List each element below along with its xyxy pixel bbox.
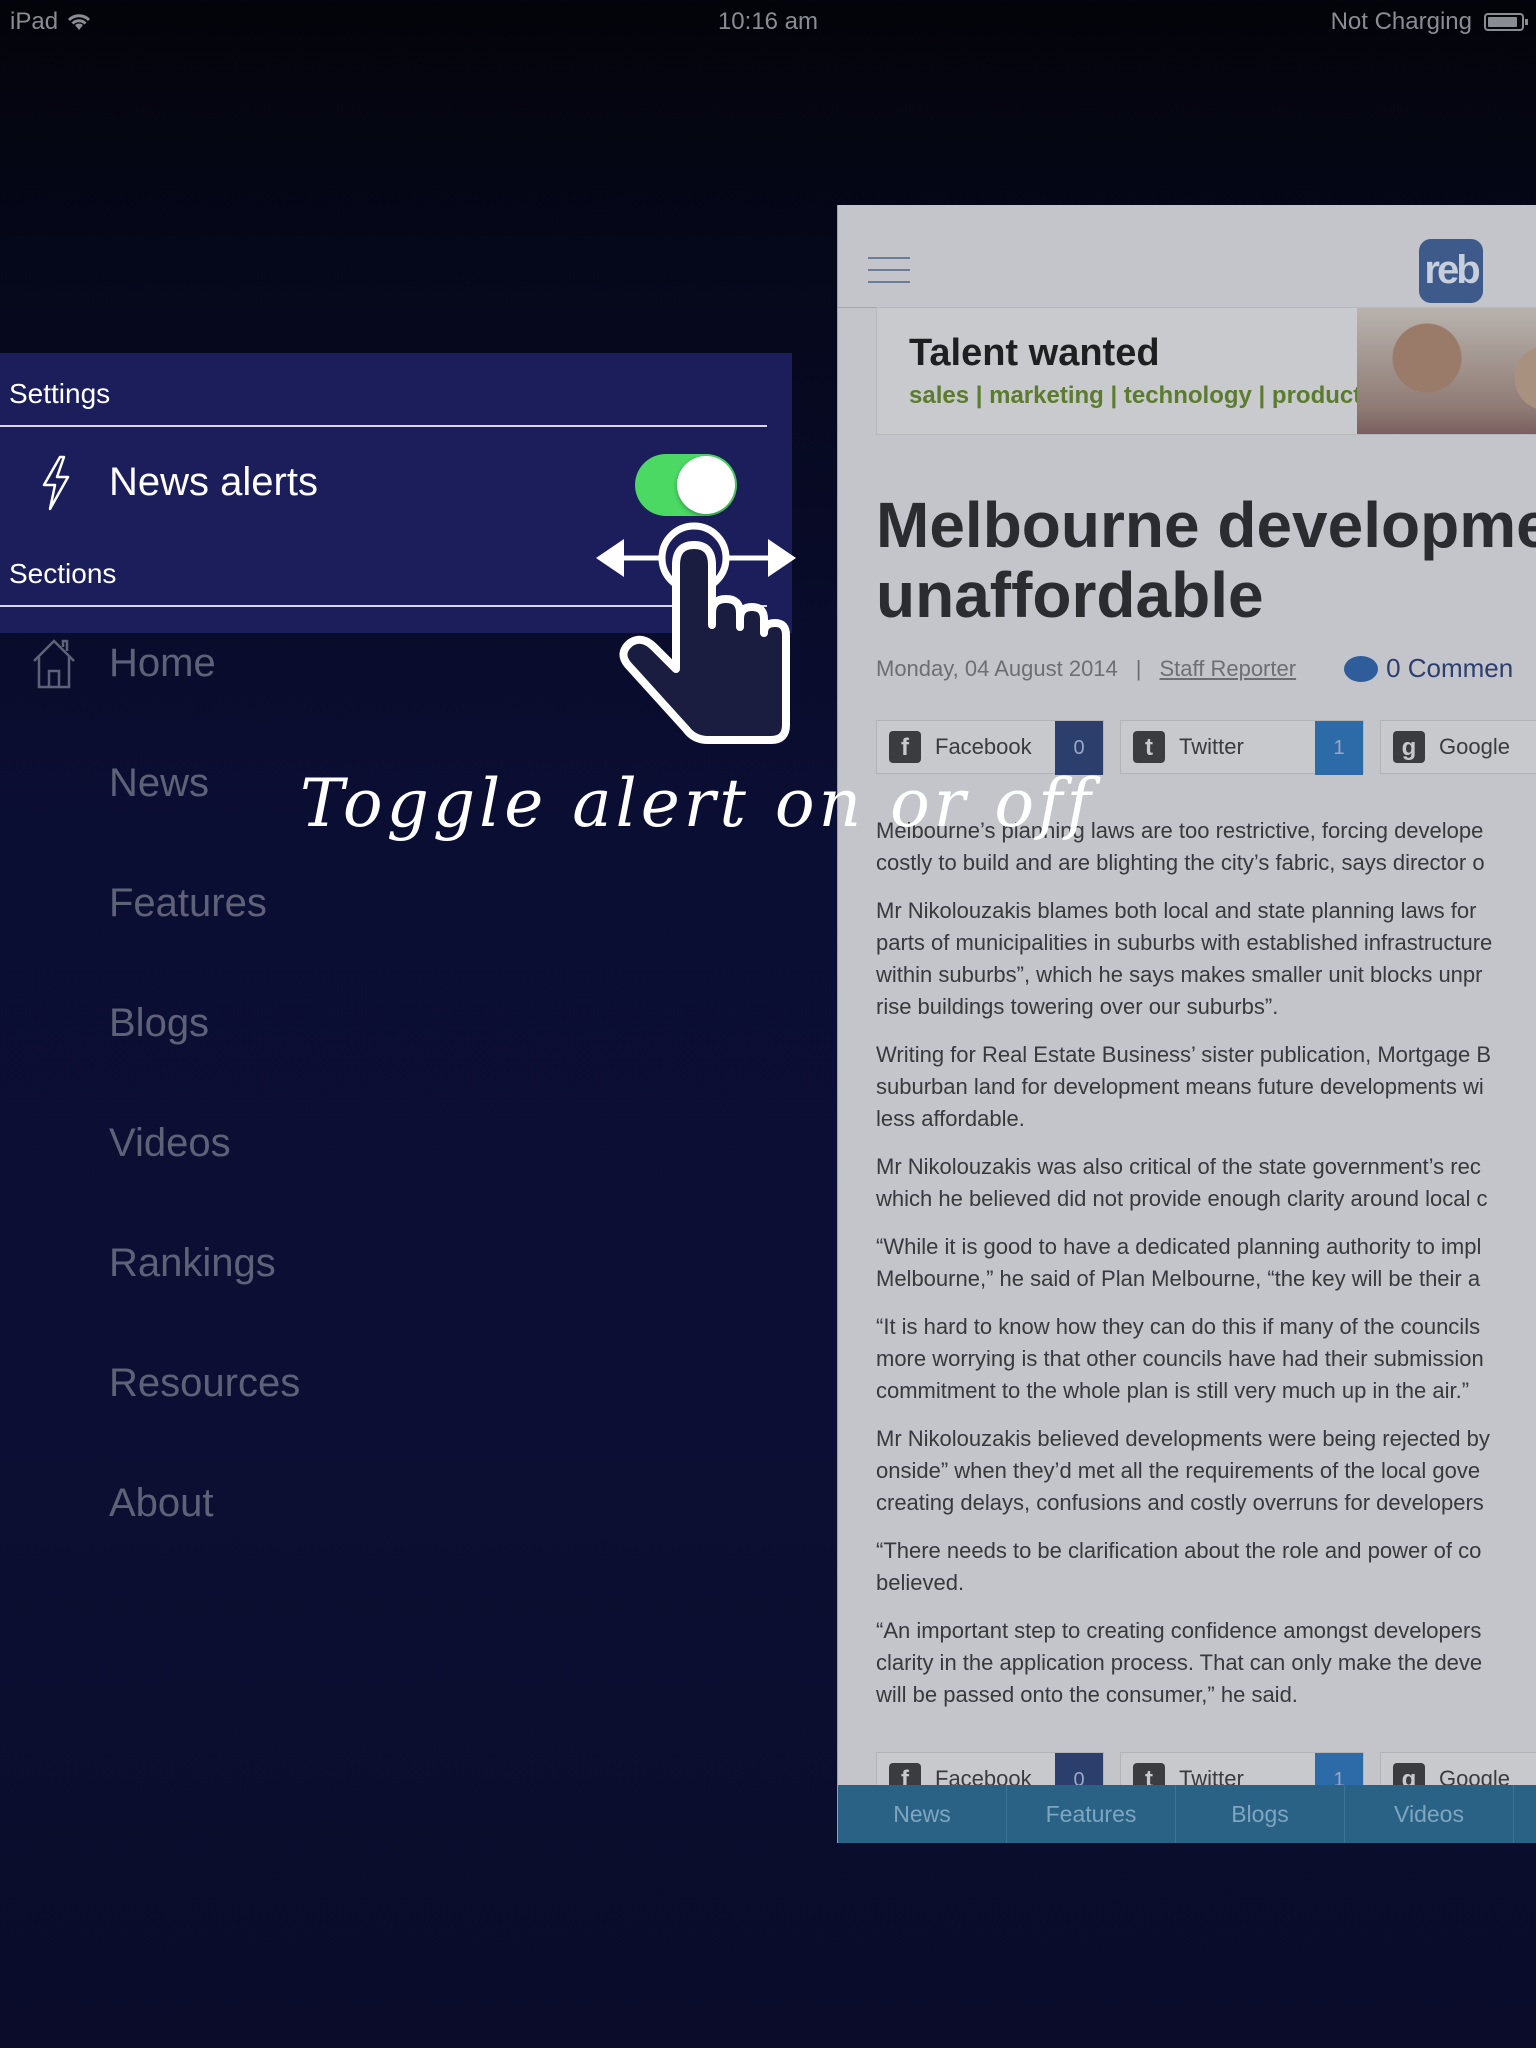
menu-item-features[interactable]: Features — [109, 881, 267, 926]
article-line: “There needs to be clarification about t… — [876, 1538, 1482, 1563]
article-paragraph: “There needs to be clarification about t… — [876, 1535, 1536, 1599]
article-tab-bar: News Features Blogs Videos — [838, 1785, 1536, 1843]
swipe-hand-icon — [596, 522, 796, 744]
battery-icon — [1484, 13, 1528, 31]
twitter-share-button[interactable]: t Twitter 1 — [1120, 720, 1364, 775]
article-preview[interactable]: reb Talent wanted sales | marketing | te… — [837, 205, 1536, 1843]
ad-banner[interactable]: Talent wanted sales | marketing | techno… — [876, 307, 1536, 435]
facebook-icon: f — [889, 731, 921, 763]
tab-features[interactable]: Features — [1007, 1785, 1176, 1843]
news-alerts-toggle[interactable] — [635, 454, 737, 516]
toggle-hint-text: Toggle alert on or off — [300, 765, 1095, 842]
article-line: believed. — [876, 1570, 965, 1595]
article-paragraph: Mr Nikolouzakis believed developments we… — [876, 1423, 1536, 1519]
article-line: Mr Nikolouzakis believed developments we… — [876, 1426, 1490, 1451]
battery-status-text: Not Charging — [1330, 8, 1472, 35]
article-paragraph: “An important step to creating confidenc… — [876, 1615, 1536, 1711]
ad-subtitle: sales | marketing | technology | product — [909, 382, 1362, 409]
menu-item-news[interactable]: News — [109, 761, 209, 806]
sections-heading: Sections — [9, 558, 117, 589]
status-right: Not Charging — [1330, 8, 1528, 36]
google-plus-icon: g — [1393, 731, 1425, 763]
tab-videos[interactable]: Videos — [1345, 1785, 1514, 1843]
article-paragraph: Mr Nikolouzakis blames both local and st… — [876, 895, 1536, 1023]
menu-item-blogs[interactable]: Blogs — [109, 1001, 209, 1046]
article-line: creating delays, confusions and costly o… — [876, 1490, 1484, 1515]
comments-count: 0 Commen — [1386, 653, 1514, 683]
lightning-icon — [42, 455, 70, 511]
article-paragraph: Writing for Real Estate Business’ sister… — [876, 1039, 1536, 1135]
comments-link[interactable]: 0 Commen — [1344, 653, 1513, 684]
menu-item-videos[interactable]: Videos — [109, 1121, 231, 1166]
comment-bubble-icon — [1344, 655, 1379, 682]
reb-logo: reb — [1419, 239, 1483, 303]
article-date: Monday, 04 August 2014 — [876, 655, 1118, 681]
article-author-link[interactable]: Staff Reporter — [1160, 656, 1297, 682]
article-line: “An important step to creating confidenc… — [876, 1618, 1482, 1643]
article-line: commitment to the whole plan is still ve… — [876, 1378, 1470, 1403]
ad-title: Talent wanted — [909, 332, 1160, 374]
twitter-icon: t — [1133, 731, 1165, 763]
article-line: rise buildings towering over our suburbs… — [876, 994, 1279, 1019]
hamburger-menu-icon[interactable] — [868, 257, 910, 293]
tab-news[interactable]: News — [838, 1785, 1007, 1843]
google-label: Google — [1439, 734, 1510, 759]
menu-item-rankings[interactable]: Rankings — [109, 1241, 276, 1286]
menu-item-home[interactable]: Home — [109, 641, 216, 686]
headline-line-1: Melbourne developme — [876, 489, 1536, 561]
article-meta: Monday, 04 August 2014 | Staff Reporter … — [876, 653, 1536, 684]
twitter-label: Twitter — [1179, 734, 1244, 759]
article-line: Mr Nikolouzakis blames both local and st… — [876, 898, 1477, 923]
article-line: Writing for Real Estate Business’ sister… — [876, 1042, 1492, 1067]
article-body: Melbourne’s planning laws are too restri… — [876, 815, 1536, 1727]
article-line: within suburbs”, which he says makes sma… — [876, 962, 1483, 987]
meta-separator: | — [1135, 655, 1142, 681]
ad-photo — [1357, 308, 1536, 434]
article-line: Mr Nikolouzakis was also critical of the… — [876, 1154, 1481, 1179]
facebook-label: Facebook — [935, 734, 1032, 759]
status-bar: iPad 10:16 am Not Charging — [0, 0, 1536, 40]
article-line: parts of municipalities in suburbs with … — [876, 930, 1493, 955]
twitter-count: 1 — [1315, 721, 1363, 775]
article-line: less affordable. — [876, 1106, 1025, 1131]
battery-fill — [1488, 17, 1517, 27]
headline-line-2: unaffordable — [876, 559, 1264, 631]
home-icon — [33, 639, 75, 689]
article-line: Melbourne,” he said of Plan Melbourne, “… — [876, 1266, 1481, 1291]
article-line: will be passed onto the consumer,” he sa… — [876, 1682, 1298, 1707]
google-share-button[interactable]: g Google — [1380, 720, 1536, 774]
menu-item-about[interactable]: About — [109, 1481, 214, 1526]
article-line: more worrying is that other councils hav… — [876, 1346, 1484, 1371]
article-line: “It is hard to know how they can do this… — [876, 1314, 1481, 1339]
article-line: costly to build and are blighting the ci… — [876, 850, 1485, 875]
menu-item-resources[interactable]: Resources — [109, 1361, 300, 1406]
tab-blogs[interactable]: Blogs — [1176, 1785, 1345, 1843]
article-line: clarity in the application process. That… — [876, 1650, 1483, 1675]
article-header: reb — [838, 205, 1536, 308]
article-line: “While it is good to have a dedicated pl… — [876, 1234, 1482, 1259]
article-paragraph: “It is hard to know how they can do this… — [876, 1311, 1536, 1407]
article-paragraph: Mr Nikolouzakis was also critical of the… — [876, 1151, 1536, 1215]
news-alerts-label: News alerts — [109, 460, 318, 504]
article-paragraph: “While it is good to have a dedicated pl… — [876, 1231, 1536, 1295]
article-line: which he believed did not provide enough… — [876, 1186, 1488, 1211]
settings-divider — [0, 425, 767, 427]
toggle-knob — [677, 456, 735, 514]
status-time: 10:16 am — [717, 8, 819, 35]
article-line: suburban land for development means futu… — [876, 1074, 1484, 1099]
article-headline: Melbourne developme unaffordable — [876, 490, 1536, 630]
article-line: onside” when they’d met all the requirem… — [876, 1458, 1481, 1483]
settings-heading: Settings — [9, 378, 111, 409]
